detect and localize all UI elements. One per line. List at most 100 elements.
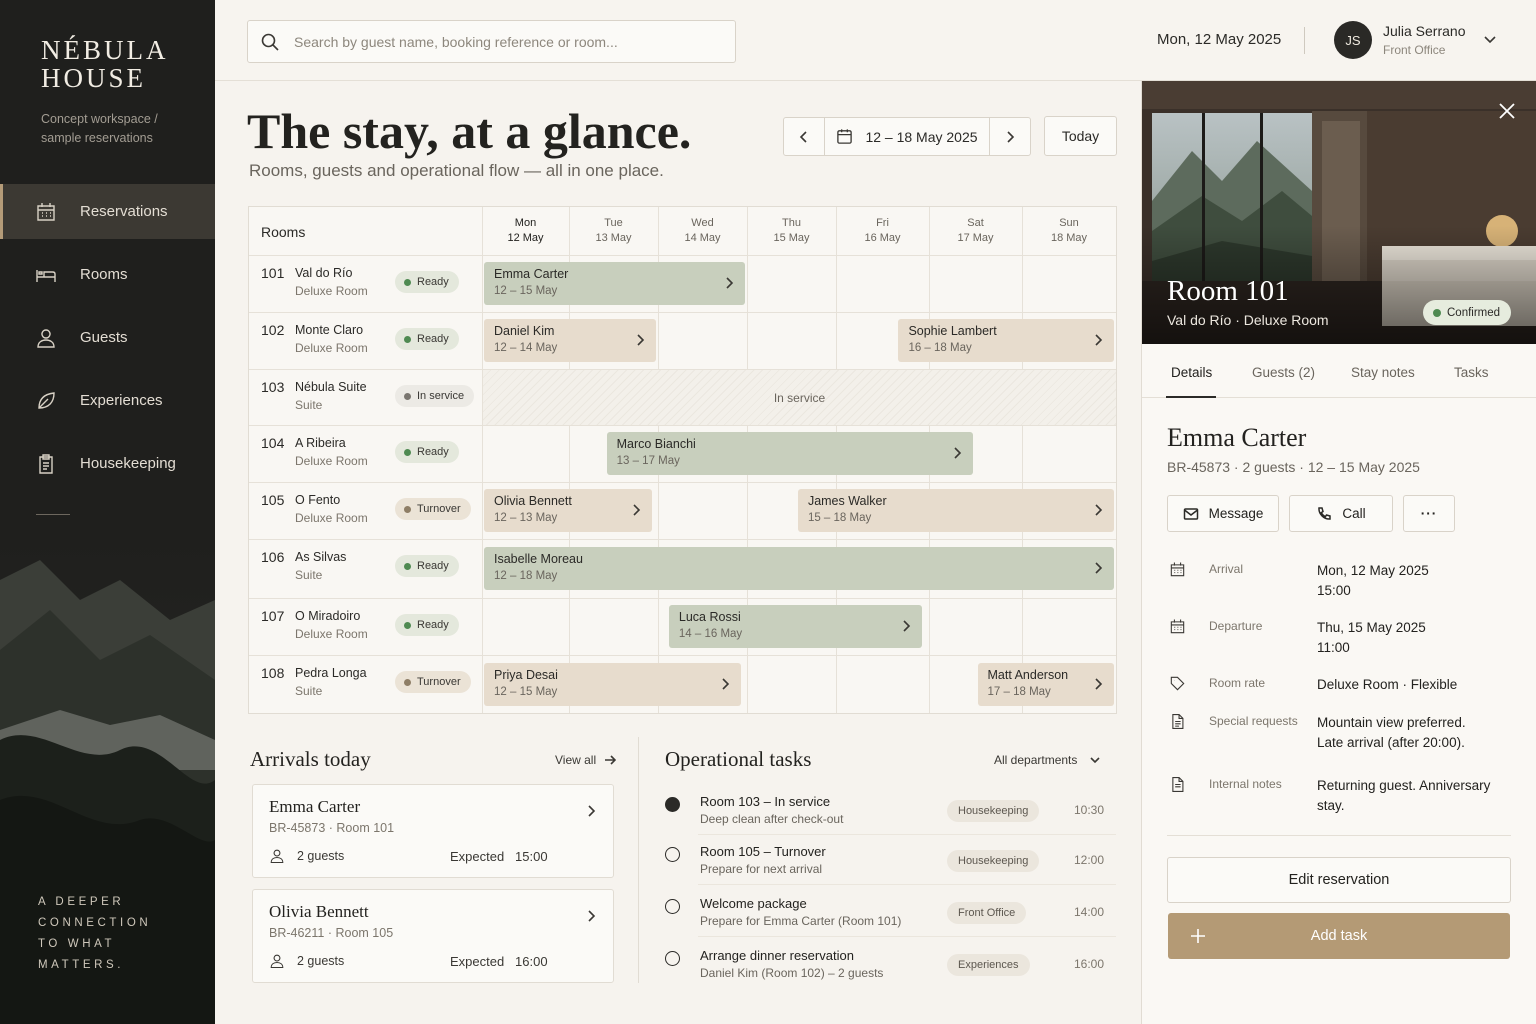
booking-dates: 12 – 15 May [494,285,558,297]
room-name: A Ribeira [295,436,346,450]
booking-bar[interactable]: Matt Anderson 17 – 18 May [977,663,1114,706]
tab-stay-notes[interactable]: Stay notes [1351,365,1415,380]
booking-bar[interactable]: Priya Desai 12 – 15 May [484,663,741,706]
booking-bar[interactable]: Luca Rossi 14 – 16 May [668,605,923,648]
guest-count-label: 2 guests [297,849,345,863]
leaf-icon [38,391,55,409]
nav-item-rooms[interactable]: Rooms [0,247,215,302]
booking-guest-name: Sophie Lambert [908,324,997,338]
task-checkbox[interactable] [665,899,680,914]
task-checkbox[interactable] [665,951,680,966]
call-label: Call [1342,506,1366,521]
booking-bar[interactable]: Marco Bianchi 13 – 17 May [606,432,974,475]
edit-reservation-button[interactable]: Edit reservation [1167,857,1511,903]
task-checkbox[interactable] [665,797,680,812]
date-range-label: 12 – 18 May 2025 [865,128,978,145]
room-type: Deluxe Room [295,284,368,298]
arrival-card[interactable]: Emma Carter BR-45873 · Room 101 2 guests Ex… [252,784,614,878]
guest-name: Emma Carter [1167,423,1307,452]
bed-icon [36,269,56,282]
message-button[interactable]: Message [1167,495,1279,532]
booking-bar[interactable]: Emma Carter 12 – 15 May [484,262,745,305]
nav-item-housekeeping[interactable]: Housekeeping [0,436,215,491]
nav-item-guests[interactable]: Guests [0,310,215,365]
view-all-link[interactable]: View all [555,753,617,767]
department-tag: Front Office [947,902,1027,924]
task-subtitle: Prepare for next arrival [700,862,823,876]
user-name[interactable]: Julia Serrano [1383,23,1466,39]
day-name: Mon [514,217,537,229]
nav-item-experiences[interactable]: Experiences [0,373,215,428]
chevron-down-icon[interactable] [1482,31,1498,47]
detail-label: Arrival [1209,562,1244,576]
room-row-101[interactable]: 101 Val do Río Deluxe Room Ready [249,255,482,312]
task-checkbox[interactable] [665,847,680,862]
chevron-down-icon [1090,757,1100,764]
task-item: Room 103 – In service Deep clean after ch… [664,794,1116,844]
chevron-right-icon [903,620,911,632]
add-task-button[interactable]: Add task [1168,913,1510,959]
day-header-fri: Fri 16 May [836,216,929,246]
today-button[interactable]: Today [1044,116,1117,156]
room-number: 107 [261,608,285,624]
search-box[interactable] [247,20,736,63]
date-range-picker: 12 – 18 May 2025 [783,117,1031,156]
room-row-105[interactable]: 105 O Fento Deluxe Room Turnover [249,482,482,539]
room-row-108[interactable]: 108 Pedra Longa Suite Turnover [249,655,482,713]
more-actions-button[interactable]: ··· [1403,495,1455,532]
day-header-tue: Tue 13 May [569,216,658,246]
tag-icon [1170,676,1185,691]
room-row-104[interactable]: 104 A Ribeira Deluxe Room Ready [249,425,482,482]
department-filter[interactable]: All departments [994,753,1101,767]
task-time: 10:30 [1074,803,1105,817]
page-subtitle: Rooms, guests and operational flow — all… [249,161,664,180]
task-time: 12:00 [1074,853,1105,867]
arrival-guest-count: 2 guests [269,953,344,969]
booking-bar[interactable]: Isabelle Moreau 12 – 18 May [484,547,1114,590]
status-dot [404,562,411,570]
status-label: Ready [417,619,449,631]
avatar[interactable]: JS [1334,21,1372,59]
booking-bar[interactable]: Olivia Bennett 12 – 13 May [484,489,652,532]
nav-item-label: Experiences [80,392,163,409]
detail-label: Internal notes [1209,777,1282,791]
arrival-card[interactable]: Olivia Bennett BR-46211 · Room 105 2 guest… [252,889,614,983]
tab-details[interactable]: Details [1171,365,1212,380]
search-input[interactable] [294,33,714,50]
room-row-106[interactable]: 106 As Silvas Suite Ready [249,539,482,598]
booking-bar[interactable]: Daniel Kim 12 – 14 May [484,319,656,362]
tab-guests[interactable]: Guests (2) [1252,365,1315,380]
room-number: 102 [261,322,285,338]
task-title: Arrange dinner reservation [700,948,854,963]
note-icon [1172,777,1184,792]
active-tab-indicator [1166,396,1216,398]
call-button[interactable]: Call [1289,495,1393,532]
room-row-103[interactable]: 103 Nébula Suite Suite In service [249,369,482,425]
reservation-calendar: Rooms Mon 12 May Tue 13 May Wed 14 May Thu 15 M… [248,206,1117,714]
arrival-expected-time: Expected 16:00 [450,954,548,969]
tab-tasks[interactable]: Tasks [1454,365,1489,380]
current-date: Mon, 12 May 2025 [1157,31,1282,48]
room-row-102[interactable]: 102 Monte Claro Deluxe Room Ready [249,312,482,369]
detail-value: Mon, 12 May 2025 15:00 [1317,563,1429,598]
plus-icon [1191,929,1205,943]
day-header-wed: Wed 14 May [658,216,747,246]
arrivals-title: Arrivals today [250,747,371,771]
task-title: Room 105 – Turnover [700,844,826,859]
grid-column-line [1022,207,1023,713]
booking-bar[interactable]: James Walker 15 – 18 May [797,489,1114,532]
date-range-display[interactable]: 12 – 18 May 2025 [824,118,990,155]
previous-week-button[interactable] [784,118,824,155]
section-divider [638,737,639,983]
nav-item-label: Guests [80,329,128,346]
tagline-line: MATTERS. [38,959,125,971]
booking-meta: BR-45873 · 2 guests · 12 – 15 May 2025 [1167,459,1420,475]
next-week-button[interactable] [990,118,1030,155]
task-subtitle: Deep clean after check-out [700,812,844,826]
booking-bar[interactable]: Sophie Lambert 16 – 18 May [898,319,1114,362]
mail-icon [1183,507,1198,520]
room-row-107[interactable]: 107 O Miradoiro Deluxe Room Ready [249,598,482,655]
arrival-expected-time: Expected 15:00 [450,849,548,864]
nav-item-reservations[interactable]: Reservations [0,184,215,239]
close-icon[interactable] [1497,101,1517,121]
